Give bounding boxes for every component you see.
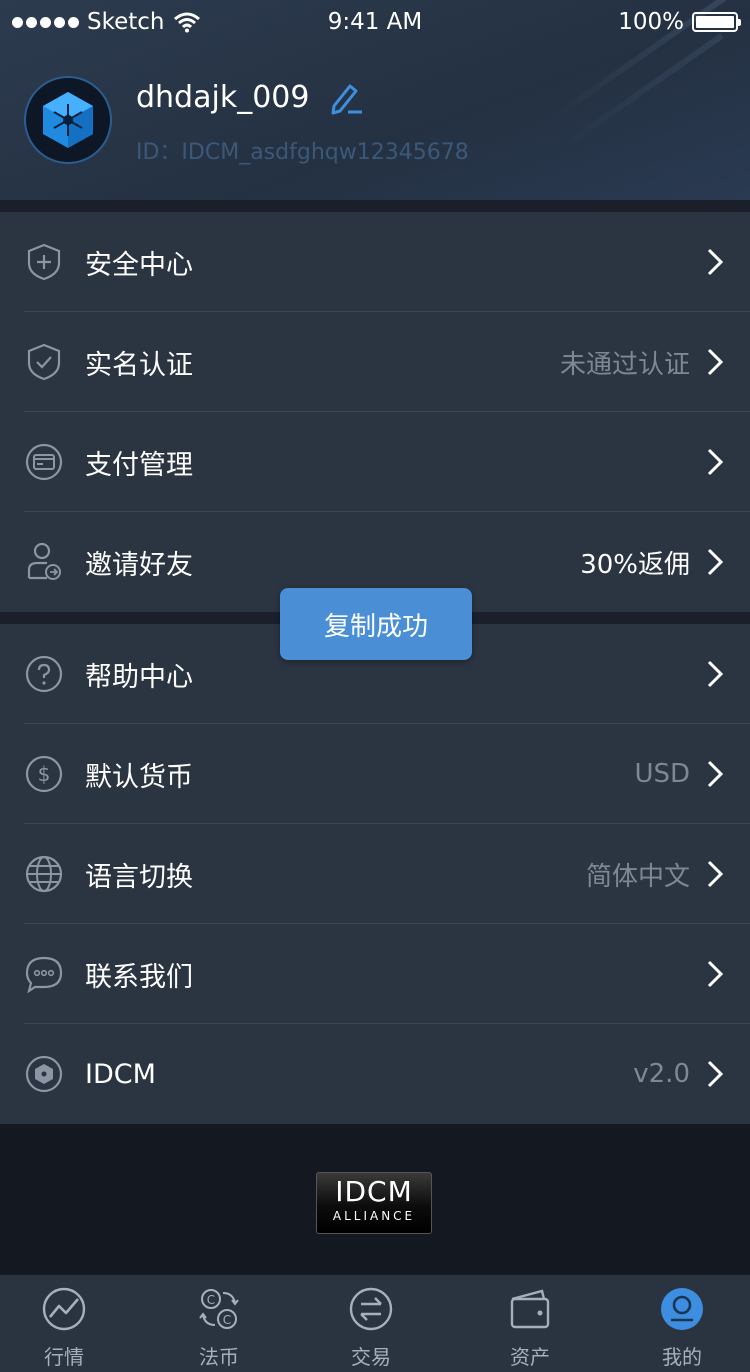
brand-sub-text: ALLIANCE	[332, 1209, 416, 1223]
chevron-right-icon	[707, 1060, 724, 1088]
verification-status: 未通过认证	[559, 349, 690, 380]
rebate-value: 30%返佣	[580, 549, 690, 580]
user-id[interactable]: ID：IDCM_asdfghqw12345678	[136, 134, 469, 166]
menu-item-label: IDCM	[85, 1058, 156, 1090]
menu-item-label: 邀请好友	[85, 549, 193, 581]
svg-text:$: $	[38, 762, 51, 786]
tab-label: 我的	[662, 1345, 702, 1369]
tab-bar: 行情 CC 法币 交易 资产 我的	[0, 1274, 750, 1372]
tab-mine[interactable]: 我的	[607, 1275, 750, 1372]
menu-item-label: 联系我们	[85, 961, 193, 993]
tab-label: 法币	[199, 1345, 239, 1369]
idcm-icon	[24, 1054, 64, 1094]
tab-label: 交易	[351, 1345, 391, 1369]
svg-text:C: C	[223, 1313, 231, 1327]
tab-market[interactable]: 行情	[0, 1275, 139, 1372]
battery-icon	[692, 12, 741, 32]
wallet-icon	[510, 1289, 550, 1329]
globe-icon	[24, 854, 64, 894]
tab-assets[interactable]: 资产	[455, 1275, 605, 1372]
idcm-alliance-logo: IDCM ALLIANCE	[316, 1172, 432, 1234]
tab-fiat[interactable]: CC 法币	[144, 1275, 294, 1372]
chevron-right-icon	[707, 548, 724, 576]
username: dhdajk_009	[136, 80, 310, 115]
menu-item-security[interactable]: 安全中心	[0, 212, 750, 312]
menu-item-label: 语言切换	[85, 861, 193, 893]
chevron-right-icon	[707, 760, 724, 788]
menu-item-label: 安全中心	[85, 249, 193, 281]
chevron-right-icon	[707, 960, 724, 988]
menu-item-label: 支付管理	[85, 449, 193, 481]
status-bar: Sketch 9:41 AM 100%	[0, 0, 750, 42]
help-icon	[24, 654, 64, 694]
version-value: v2.0	[633, 1059, 690, 1089]
language-value: 简体中文	[585, 861, 690, 892]
exchange-icon	[349, 1287, 393, 1331]
menu-group-settings: 帮助中心 $ 默认货币 USD 语言切换 简体中文 联系我们 IDCM v2.0	[0, 624, 750, 1124]
shield-plus-icon	[24, 242, 64, 282]
battery-percent: 100%	[618, 9, 684, 35]
menu-item-contact[interactable]: 联系我们	[0, 924, 750, 1024]
menu-item-label: 默认货币	[85, 761, 193, 793]
chevron-right-icon	[707, 448, 724, 476]
menu-item-label: 帮助中心	[85, 661, 193, 693]
market-chart-icon	[42, 1287, 86, 1331]
tab-label: 资产	[510, 1345, 550, 1369]
edit-icon[interactable]	[328, 82, 364, 116]
dollar-icon: $	[24, 754, 64, 794]
avatar[interactable]	[24, 76, 112, 164]
tab-trade[interactable]: 交易	[296, 1275, 446, 1372]
shield-check-icon	[24, 342, 64, 382]
menu-item-currency[interactable]: $ 默认货币 USD	[0, 724, 750, 824]
menu-item-label: 实名认证	[85, 349, 193, 381]
menu-item-verification[interactable]: 实名认证 未通过认证	[0, 312, 750, 412]
avatar-cube-icon	[43, 92, 93, 148]
chevron-right-icon	[707, 248, 724, 276]
tab-label: 行情	[44, 1345, 84, 1369]
profile-header: Sketch 9:41 AM 100% dhdajk_009 ID：IDCM_a…	[0, 0, 750, 200]
fiat-currency-icon: CC	[199, 1289, 239, 1329]
chevron-right-icon	[707, 860, 724, 888]
menu-item-payment[interactable]: 支付管理	[0, 412, 750, 512]
menu-item-about[interactable]: IDCM v2.0	[0, 1024, 750, 1124]
menu-item-language[interactable]: 语言切换 简体中文	[0, 824, 750, 924]
menu-group-account: 安全中心 实名认证 未通过认证 支付管理 邀请好友 30%返佣	[0, 212, 750, 612]
chevron-right-icon	[707, 348, 724, 376]
svg-text:C: C	[207, 1293, 215, 1307]
chat-icon	[24, 954, 64, 994]
currency-value: USD	[634, 759, 690, 789]
brand-main-text: IDCM	[335, 1175, 413, 1208]
invite-user-icon	[24, 542, 64, 582]
card-icon	[24, 442, 64, 482]
chevron-right-icon	[707, 660, 724, 688]
copy-success-toast: 复制成功	[280, 588, 472, 660]
profile-icon	[661, 1288, 703, 1330]
